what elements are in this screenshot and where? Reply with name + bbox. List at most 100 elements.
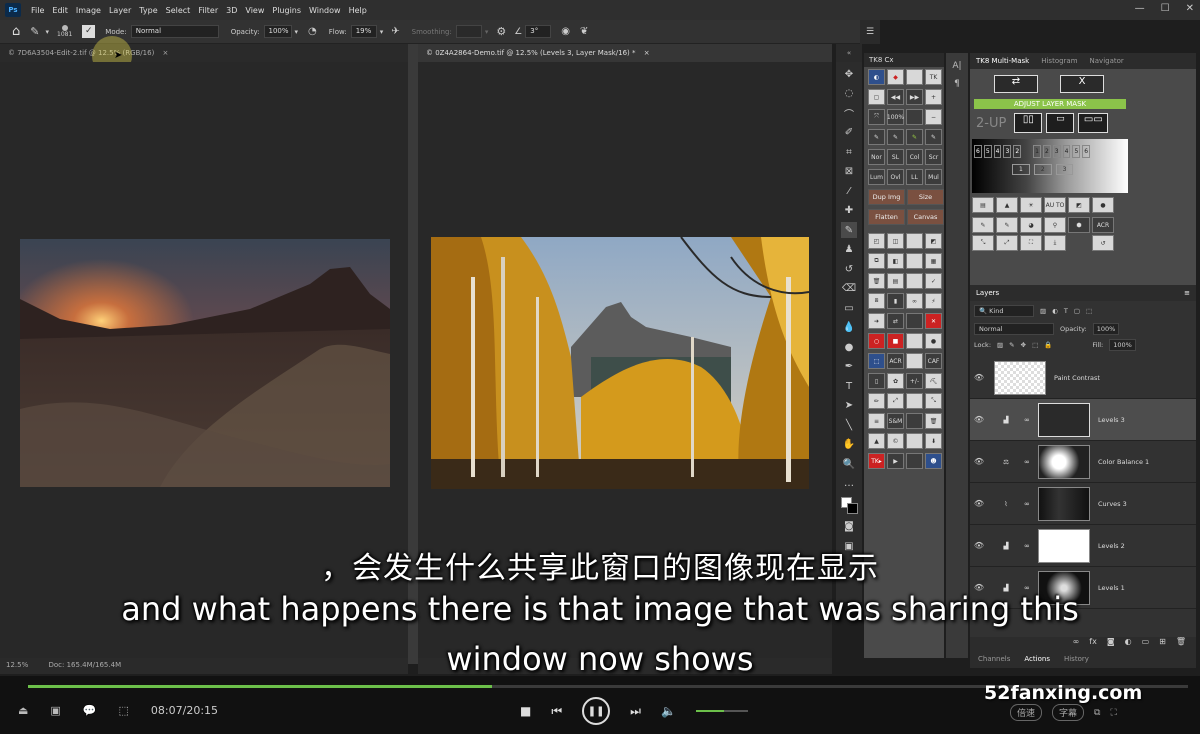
brush-white-icon[interactable]: ✎ bbox=[887, 129, 904, 145]
lock-paint-icon[interactable]: ✎ bbox=[1009, 341, 1014, 349]
menu-plugins[interactable]: Plugins bbox=[268, 6, 305, 15]
mm-blank-button[interactable] bbox=[1068, 235, 1090, 251]
menu-image[interactable]: Image bbox=[72, 6, 105, 15]
flow-input[interactable]: 19% bbox=[350, 25, 377, 38]
tk8-contrast-icon[interactable]: ◐ bbox=[868, 69, 885, 85]
eject-icon[interactable]: ⏏ bbox=[18, 704, 28, 717]
blend-sl[interactable]: SL bbox=[887, 149, 904, 165]
play-icon[interactable]: ▶ bbox=[887, 453, 904, 469]
tk8-color-icon[interactable]: ◆ bbox=[887, 69, 904, 85]
more-tools-icon[interactable]: … bbox=[841, 476, 857, 492]
smoothing-chevron-icon[interactable]: ▾ bbox=[485, 28, 489, 36]
flatten-button[interactable]: Flatten bbox=[868, 209, 905, 225]
layer-row[interactable]: 👁 ⌇ ∞ Curves 3 bbox=[970, 483, 1196, 525]
zone-dark-3[interactable]: 3 bbox=[1003, 145, 1012, 158]
layer-row[interactable]: 👁 ⚖ ∞ Color Balance 1 bbox=[970, 441, 1196, 483]
blank-button[interactable] bbox=[906, 453, 923, 469]
x-button[interactable]: X bbox=[1060, 75, 1104, 93]
menu-layer[interactable]: Layer bbox=[105, 6, 135, 15]
zone-light-4[interactable]: 4 bbox=[1062, 145, 1071, 158]
visibility-eye-icon[interactable]: 👁 bbox=[970, 373, 988, 382]
user-add-icon[interactable]: ☻ bbox=[925, 453, 942, 469]
pressure-size-icon[interactable]: ◉ bbox=[561, 26, 570, 37]
visibility-eye-icon[interactable]: 👁 bbox=[970, 415, 988, 424]
brush-tool-icon[interactable]: ✎ bbox=[841, 222, 857, 238]
panel-options-icon[interactable]: ☰ bbox=[860, 20, 880, 44]
gradient-icon[interactable]: ▭ bbox=[841, 300, 857, 316]
vertical-split-button[interactable]: ▯▯ bbox=[1014, 113, 1043, 133]
document-tab-left[interactable]: © 7D6A3504-Edit-2.tif @ 12.5% (RGB/16) × bbox=[0, 44, 408, 62]
menu-type[interactable]: Type bbox=[135, 6, 161, 15]
menu-help[interactable]: Help bbox=[345, 6, 371, 15]
blend-ll[interactable]: LL bbox=[906, 169, 923, 185]
zone-dark-6[interactable]: 6 bbox=[974, 145, 982, 158]
download-icon[interactable]: ⬇ bbox=[925, 433, 942, 449]
mm-contract-icon[interactable]: ⤢ bbox=[996, 235, 1018, 251]
menu-filter[interactable]: Filter bbox=[194, 6, 222, 15]
dodge-tool-icon[interactable]: ● bbox=[841, 339, 857, 355]
brush-gray-icon[interactable]: ✎ bbox=[925, 129, 942, 145]
copy-layer-icon[interactable]: ⧉ bbox=[868, 253, 885, 269]
sm-button[interactable]: S&M bbox=[887, 413, 904, 429]
lasso-tool-icon[interactable]: ⌒ bbox=[841, 105, 857, 121]
zone-light-1[interactable]: 1 bbox=[1033, 145, 1041, 158]
menu-view[interactable]: View bbox=[241, 6, 268, 15]
zone-dark-4[interactable]: 4 bbox=[993, 145, 1002, 158]
doc-icon[interactable]: ▤ bbox=[887, 273, 904, 289]
type-tool-icon[interactable]: T bbox=[841, 378, 857, 394]
adjust-icon[interactable]: ◫ bbox=[887, 233, 904, 249]
mm-acr-button[interactable]: ACR bbox=[1092, 217, 1114, 233]
menu-edit[interactable]: Edit bbox=[48, 6, 72, 15]
bolt-icon[interactable]: ⚡ bbox=[925, 293, 942, 309]
layer-row[interactable]: 👁 Paint Contrast bbox=[970, 357, 1196, 399]
zone-light-6[interactable]: 6 bbox=[1082, 145, 1091, 158]
clone-stamp-icon[interactable]: ♟ bbox=[841, 242, 857, 258]
menu-window[interactable]: Window bbox=[305, 6, 345, 15]
canvas-button[interactable]: Canvas bbox=[907, 209, 944, 225]
blend-mode-select[interactable]: Normal bbox=[974, 323, 1054, 335]
triangle-icon[interactable]: ▲ bbox=[868, 433, 885, 449]
zoom-tool-icon[interactable]: 🔍 bbox=[841, 456, 857, 472]
minus-icon[interactable]: − bbox=[925, 109, 942, 125]
marquee-tool-icon[interactable]: ◌ bbox=[841, 86, 857, 102]
bucket-icon[interactable]: ⛏ bbox=[925, 373, 942, 389]
fit-screen-icon[interactable]: ⤧ bbox=[868, 109, 885, 125]
blank-button[interactable] bbox=[906, 273, 923, 289]
previous-icon[interactable]: ⏮ bbox=[551, 704, 562, 719]
eraser-icon[interactable]: ⌫ bbox=[841, 281, 857, 297]
opacity-input[interactable]: 100% bbox=[263, 25, 292, 38]
mm-shrink-icon[interactable]: ⤓ bbox=[1044, 235, 1066, 251]
mm-levels-icon[interactable]: ▤ bbox=[972, 197, 994, 213]
layer-mask-thumbnail[interactable] bbox=[1038, 444, 1090, 479]
comment-icon[interactable]: 💬 bbox=[83, 704, 97, 717]
zone-light-5[interactable]: 5 bbox=[1072, 145, 1081, 158]
quick-select-icon[interactable]: ✐ bbox=[841, 125, 857, 141]
line-tool-icon[interactable]: ╲ bbox=[841, 417, 857, 433]
fullscreen-icon[interactable]: ⛶ bbox=[1110, 708, 1116, 718]
mm-auto-button[interactable]: AU TO bbox=[1044, 197, 1066, 213]
mode-select[interactable]: Normal bbox=[130, 25, 219, 38]
layer-opacity-input[interactable]: 100% bbox=[1092, 323, 1120, 335]
layer-row[interactable]: 👁 ▟ ∞ Levels 3 bbox=[970, 399, 1196, 441]
adjust-mask-bar[interactable]: ADJUST LAYER MASK bbox=[974, 99, 1126, 109]
filter-shape-icon[interactable]: ▢ bbox=[1074, 307, 1080, 315]
brush-tool-icon[interactable]: ✎ bbox=[30, 25, 39, 38]
merge-icon[interactable]: ◧ bbox=[887, 253, 904, 269]
blank-button[interactable] bbox=[906, 253, 923, 269]
smoothing-input[interactable] bbox=[455, 25, 482, 38]
toolbar-collapse[interactable]: « bbox=[836, 44, 862, 62]
blank-button[interactable] bbox=[906, 413, 923, 429]
blank-button[interactable] bbox=[906, 233, 923, 249]
panel-menu-icon[interactable]: ≡ bbox=[1184, 289, 1190, 297]
eyedropper-icon[interactable]: ⁄ bbox=[841, 183, 857, 199]
zoom-100-button[interactable]: 100% bbox=[887, 109, 904, 125]
brush-preset-picker[interactable]: 1081 bbox=[57, 25, 72, 38]
move-tool-icon[interactable]: ✥ bbox=[841, 66, 857, 82]
side-split-button[interactable]: ▭▭ bbox=[1078, 113, 1109, 133]
next-icon[interactable]: ⏭ bbox=[630, 704, 641, 719]
drop-icon[interactable]: ● bbox=[925, 333, 942, 349]
layer-mask-thumbnail[interactable] bbox=[1038, 402, 1090, 437]
group-icon[interactable]: ▦ bbox=[925, 253, 942, 269]
texture-icon[interactable]: ✿ bbox=[887, 373, 904, 389]
adjust-sliders-icon[interactable]: ≡ bbox=[868, 413, 885, 429]
